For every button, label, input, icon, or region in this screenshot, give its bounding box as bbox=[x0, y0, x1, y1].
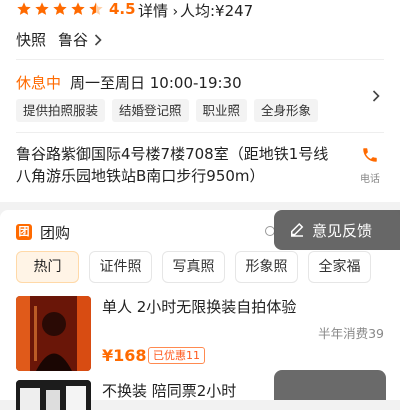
photo-image bbox=[16, 380, 91, 410]
chevron-right-icon bbox=[94, 33, 102, 46]
category-line[interactable]: 快照 鲁谷 bbox=[16, 29, 102, 50]
deal-sold-count: 半年消费39 bbox=[318, 326, 384, 341]
phone-button[interactable]: 电话 bbox=[356, 146, 384, 185]
filter-chip-family[interactable]: 全家福 bbox=[308, 251, 371, 283]
filter-chip-image-photo[interactable]: 形象照 bbox=[235, 251, 298, 283]
filter-chips: 热门 证件照 写真照 形象照 全家福 bbox=[16, 251, 371, 283]
deal-title[interactable]: 单人 2小时无限换装自拍体验 bbox=[102, 296, 296, 317]
phone-icon bbox=[363, 148, 377, 162]
star-icon bbox=[71, 2, 85, 15]
deal-price: ¥168 bbox=[102, 346, 147, 365]
filter-chip-hot[interactable]: 热门 bbox=[16, 251, 79, 283]
filter-chip-portrait[interactable]: 写真照 bbox=[162, 251, 225, 283]
business-hours: 周一至周日 10:00-19:30 bbox=[70, 74, 242, 92]
shop-address[interactable]: 鲁谷路紫御国际4号楼7楼708室（距地铁1号线八角游乐园地铁站B南口步行950m… bbox=[16, 143, 336, 187]
category-label: 快照 bbox=[16, 31, 47, 49]
business-status: 休息中 bbox=[16, 74, 62, 92]
service-tag: 提供拍照服装 bbox=[16, 99, 106, 122]
average-price: 人均:¥247 bbox=[180, 2, 254, 20]
chevron-right-icon: › bbox=[168, 4, 179, 20]
details-link[interactable]: 详情 › bbox=[138, 0, 178, 21]
rating-stars bbox=[16, 1, 104, 17]
deal-thumbnail[interactable] bbox=[16, 296, 91, 371]
feedback-label: 意见反馈 bbox=[312, 221, 373, 240]
edit-icon bbox=[291, 222, 304, 237]
service-tags: 提供拍照服装 结婚登记照 职业照 全身形象 bbox=[16, 99, 319, 122]
area-label: 鲁谷 bbox=[58, 31, 89, 49]
rating-score: 4.5 bbox=[109, 0, 136, 18]
deal-thumbnail[interactable] bbox=[16, 380, 91, 410]
floating-overlay[interactable] bbox=[274, 370, 386, 400]
hours-chevron-icon[interactable] bbox=[372, 90, 380, 102]
star-icon bbox=[35, 2, 49, 15]
group-buy-card: 团 团购 意见反馈 热门 证件照 写真照 形象照 全家福 单人 2小时无限换装自… bbox=[0, 210, 400, 410]
divider bbox=[16, 59, 384, 60]
service-tag: 结婚登记照 bbox=[112, 99, 189, 122]
group-buy-title: 团购 bbox=[40, 224, 71, 242]
service-tag: 职业照 bbox=[195, 99, 248, 122]
photo-image bbox=[16, 296, 91, 371]
filter-chip-id-photo[interactable]: 证件照 bbox=[89, 251, 152, 283]
divider bbox=[16, 132, 384, 133]
group-buy-icon: 团 bbox=[16, 224, 32, 240]
star-icon bbox=[17, 2, 31, 15]
deal-discount-badge: 已优惠11 bbox=[148, 347, 205, 364]
feedback-button[interactable]: 意见反馈 bbox=[274, 210, 400, 250]
deal-title[interactable]: 不换装 陪同票2小时 bbox=[102, 380, 236, 401]
service-tag: 全身形象 bbox=[254, 99, 319, 122]
shop-info-card: 4.5 详情 › 人均:¥247 快照 鲁谷 休息中 周一至周日 10:00-1… bbox=[0, 0, 400, 202]
phone-label: 电话 bbox=[360, 174, 380, 185]
details-label: 详情 bbox=[138, 2, 169, 20]
star-icon bbox=[53, 2, 67, 15]
half-star-icon bbox=[89, 2, 103, 15]
